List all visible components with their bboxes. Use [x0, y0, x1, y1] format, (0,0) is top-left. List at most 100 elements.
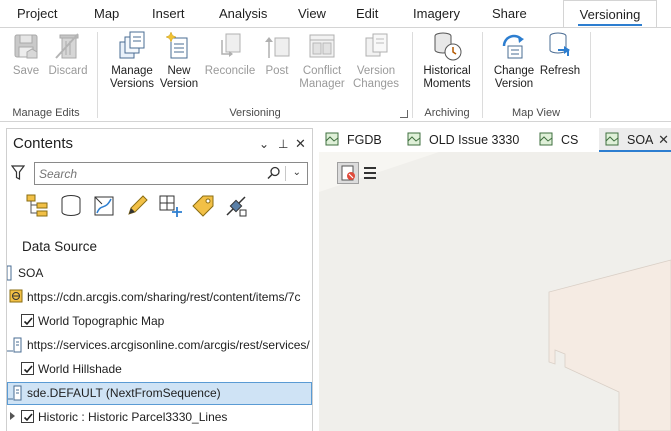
search-icon[interactable] [267, 166, 281, 180]
web-service-icon [9, 289, 23, 303]
post-label: Post [265, 65, 289, 77]
group-label-manage-edits: Manage Edits [12, 107, 80, 119]
section-heading-data-source: Data Source [22, 239, 98, 254]
map-icon [325, 132, 339, 146]
pane-menu-button[interactable]: ⌄ [259, 137, 269, 151]
tab-analysis[interactable]: Analysis [219, 6, 267, 21]
ribbon-tab-bar: Project Map Insert Analysis View Edit Im… [0, 0, 671, 28]
version-changes-button[interactable]: Version Changes [350, 30, 402, 91]
list-by-perspective-imagery-icon[interactable] [223, 193, 249, 219]
conflict-manager-button[interactable]: Conflict Manager [296, 30, 348, 91]
tree-item-source[interactable]: https://cdn.arcgis.com/sharing/rest/cont… [7, 286, 312, 309]
version-changes-icon [365, 33, 388, 57]
change-version-button[interactable]: Change Version [492, 30, 536, 91]
group-separator [412, 32, 413, 118]
tree-item-layer[interactable]: World Hillshade [7, 358, 312, 381]
search-input[interactable] [39, 165, 264, 182]
list-by-drawing-order-icon[interactable] [25, 193, 51, 219]
group-separator [97, 32, 98, 118]
tree-item-source-selected[interactable]: sde.DEFAULT (NextFromSequence) [7, 382, 312, 405]
map-pause-drawing-icon[interactable] [337, 162, 359, 184]
save-icon [14, 34, 38, 59]
map-tab-fgdb[interactable]: FGDB [319, 128, 397, 152]
map-tab-label: SOA [627, 133, 654, 147]
manage-versions-line2: Versions [109, 78, 155, 90]
reconcile-icon [221, 33, 241, 57]
reconcile-button[interactable]: Reconcile [202, 30, 258, 78]
tab-versioning[interactable]: Versioning [563, 0, 657, 28]
list-by-editing-icon[interactable] [124, 193, 150, 219]
basemap-drawing [319, 152, 671, 431]
map-service-icon [7, 337, 22, 353]
list-by-labeling-icon[interactable] [190, 193, 216, 219]
save-button[interactable]: Save [8, 30, 44, 78]
search-field[interactable]: ⌄ [34, 162, 308, 185]
tab-insert[interactable]: Insert [152, 6, 185, 21]
refresh-icon [549, 32, 570, 56]
contents-title: Contents [13, 135, 74, 152]
manage-versions-button[interactable]: Manage Versions [108, 30, 156, 91]
refresh-label: Refresh [539, 65, 581, 77]
pane-close-button[interactable]: ✕ [295, 136, 306, 152]
group-manage-edits: Save Discard Manage Edits [0, 28, 92, 122]
tab-imagery[interactable]: Imagery [413, 6, 460, 21]
layer-visibility-checkbox[interactable] [21, 410, 34, 423]
geodatabase-icon [8, 385, 22, 401]
discard-label: Discard [48, 65, 88, 77]
menu-icon[interactable] [363, 165, 377, 181]
new-version-icon [165, 31, 188, 59]
filter-icon[interactable] [11, 165, 25, 181]
tree-item-layer[interactable]: World Topographic Map [7, 310, 312, 333]
historical-moments-line2: Moments [423, 78, 471, 90]
tree-item-label: Historic : Historic Parcel3330_Lines [38, 410, 228, 424]
tab-share[interactable]: Share [492, 6, 527, 21]
group-archiving: Historical Moments Archiving [414, 28, 480, 122]
tab-map[interactable]: Map [94, 6, 119, 21]
map-tab-cs[interactable]: CS [533, 128, 595, 152]
change-version-line2: Version [494, 78, 534, 90]
map-view: FGDB OLD Issue 3330 CS SOA ✕ [319, 128, 671, 431]
version-changes-line1: Version [356, 65, 396, 77]
pane-pin-button[interactable]: ⊥ [278, 137, 288, 151]
layer-visibility-checkbox[interactable] [21, 314, 34, 327]
list-by-data-source-icon[interactable] [58, 193, 84, 219]
tab-edit[interactable]: Edit [356, 6, 378, 21]
map-icon [605, 132, 619, 146]
new-version-line2: Version [159, 78, 199, 90]
change-version-line1: Change [493, 65, 535, 77]
new-version-button[interactable]: New Version [158, 30, 200, 91]
group-versioning: Manage Versions New Version Reconcile Po… [100, 28, 410, 122]
search-options-chevron-icon[interactable]: ⌄ [293, 167, 301, 178]
post-button[interactable]: Post [260, 30, 294, 78]
expand-arrow-icon[interactable] [10, 412, 15, 420]
tab-view[interactable]: View [298, 6, 326, 21]
map-canvas[interactable] [319, 152, 671, 431]
tree-item-source[interactable]: https://services.arcgisonline.com/arcgis… [7, 334, 312, 357]
layer-visibility-checkbox[interactable] [21, 362, 34, 375]
historical-moments-button[interactable]: Historical Moments [418, 30, 476, 91]
refresh-button[interactable]: Refresh [538, 30, 582, 78]
change-version-icon [502, 34, 524, 59]
map-icon [407, 132, 421, 146]
discard-button[interactable]: Discard [48, 30, 88, 78]
map-node-icon [7, 265, 12, 281]
tree-item-map[interactable]: SOA [7, 262, 312, 285]
dialog-launcher-icon[interactable] [400, 110, 408, 118]
close-tab-icon[interactable]: ✕ [658, 132, 669, 148]
tab-project[interactable]: Project [17, 6, 57, 21]
map-tab-old-issue-3330[interactable]: OLD Issue 3330 [401, 128, 531, 152]
save-label: Save [12, 65, 40, 77]
list-by-snapping-icon[interactable] [157, 193, 183, 219]
manage-versions-line1: Manage [111, 65, 153, 77]
tree-item-label: https://cdn.arcgis.com/sharing/rest/cont… [27, 290, 301, 304]
list-by-selection-icon[interactable] [91, 193, 117, 219]
post-icon [265, 37, 290, 58]
tree-item-layer[interactable]: Historic : Historic Parcel3330_Lines [7, 406, 312, 429]
map-icon [539, 132, 553, 146]
checkmark-icon [23, 413, 33, 422]
active-tab-indicator [578, 24, 642, 26]
map-tab-soa[interactable]: SOA ✕ [599, 128, 671, 152]
group-separator [590, 32, 591, 118]
checkmark-icon [23, 365, 33, 374]
discard-icon [55, 33, 79, 59]
